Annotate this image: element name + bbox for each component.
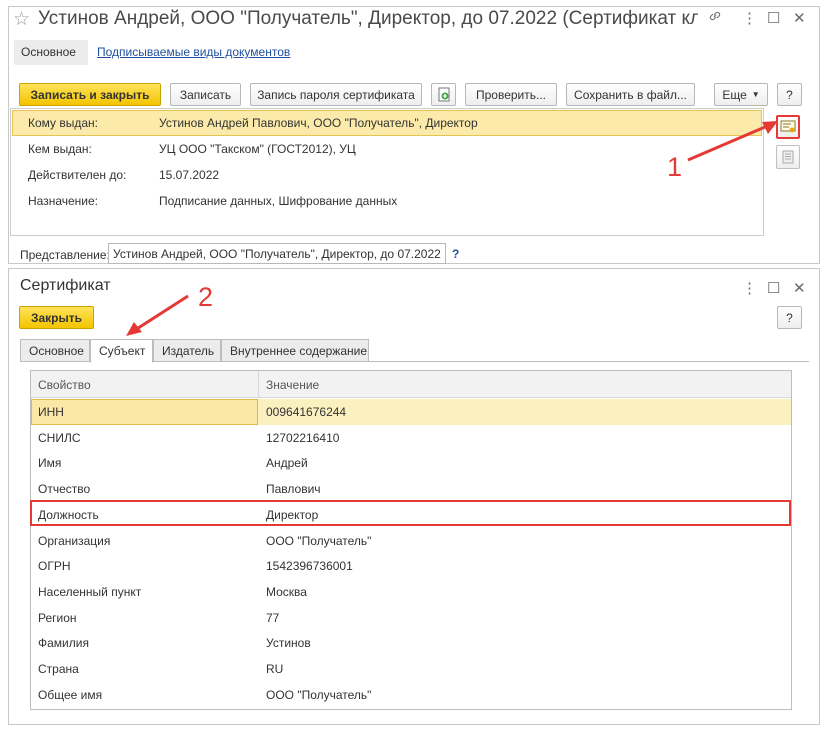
value-cell: 009641676244	[266, 405, 347, 419]
tab-internal-content[interactable]: Внутреннее содержание	[221, 339, 369, 362]
tab-issuer[interactable]: Издатель	[153, 339, 221, 362]
window-title: Устинов Андрей, ООО "Получатель", Директ…	[38, 8, 698, 29]
property-cell: Регион	[38, 610, 77, 625]
valid-until-label: Действителен до:	[28, 168, 127, 182]
purpose-value[interactable]: Подписание данных, Шифрование данных	[159, 194, 397, 208]
property-cell: ОГРН	[38, 559, 71, 574]
value-cell: Москва	[266, 584, 307, 599]
nav-tab-main[interactable]: Основное	[14, 40, 88, 65]
property-cell: ИНН	[38, 405, 64, 419]
representation-help-icon[interactable]: ?	[452, 247, 459, 261]
annotation-arrow-2	[126, 294, 189, 336]
dialog-title: Сертификат	[20, 277, 111, 294]
dialog-help-button[interactable]: ?	[777, 306, 802, 329]
more-menu-icon[interactable]: ⋮	[742, 9, 757, 27]
column-header-property[interactable]: Свойство	[38, 378, 91, 392]
value-cell: ООО "Получатель"	[266, 533, 372, 548]
add-document-icon	[438, 87, 449, 102]
issued-by-label: Кем выдан:	[28, 142, 92, 156]
highlight-box-position-row	[30, 500, 791, 526]
property-cell: Общее имя	[38, 687, 103, 702]
maximize-icon[interactable]: ☐	[767, 9, 780, 27]
table-row[interactable]: Регион 77	[31, 605, 791, 631]
chevron-down-icon: ▼	[751, 90, 760, 99]
nav-link-signed-doc-types[interactable]: Подписываемые виды документов	[97, 45, 290, 59]
tab-main[interactable]: Основное	[20, 339, 90, 362]
issued-to-value[interactable]: Устинов Андрей Павлович, ООО "Получатель…	[159, 116, 478, 130]
table-row[interactable]: Общее имя ООО "Получатель"	[31, 682, 791, 708]
add-to-list-button[interactable]	[431, 83, 456, 106]
close-button[interactable]: Закрыть	[19, 306, 94, 329]
value-cell: 12702216410	[266, 430, 340, 445]
purpose-label: Назначение:	[28, 194, 99, 208]
table-row[interactable]: СНИЛС 12702216410	[31, 425, 791, 451]
value-cell: 77	[266, 610, 280, 625]
column-header-value[interactable]: Значение	[266, 378, 319, 392]
tab-subject[interactable]: Субъект	[90, 339, 153, 363]
annotation-label-1: 1	[667, 152, 683, 182]
table-row[interactable]: Страна RU	[31, 656, 791, 682]
property-cell: Страна	[38, 662, 79, 676]
property-cell: Организация	[38, 533, 111, 548]
link-icon[interactable]	[708, 9, 722, 27]
table-row[interactable]: Населенный пункт Москва	[31, 579, 791, 605]
value-cell: RU	[266, 662, 284, 676]
table-row[interactable]: Фамилия Устинов	[31, 630, 791, 656]
property-cell: Имя	[38, 456, 62, 471]
properties-table: Свойство Значение ИНН 009641676244 СНИЛС 12…	[30, 370, 792, 710]
annotation-label-2: 2	[198, 282, 214, 312]
table-row[interactable]: Организация ООО "Получатель"	[31, 528, 791, 554]
save-password-button[interactable]: Запись пароля сертификата	[250, 83, 422, 106]
dialog-more-menu-icon[interactable]: ⋮	[742, 279, 757, 297]
table-row[interactable]: Отчество Павлович	[31, 476, 791, 502]
save-to-file-button[interactable]: Сохранить в файл...	[566, 83, 695, 106]
value-cell: Устинов	[266, 636, 311, 651]
help-button[interactable]: ?	[777, 83, 802, 106]
table-header: Свойство Значение	[31, 371, 791, 398]
close-icon[interactable]: ✕	[793, 9, 806, 27]
valid-until-value[interactable]: 15.07.2022	[159, 168, 219, 182]
property-cell: Населенный пункт	[38, 584, 142, 599]
issued-to-label: Кому выдан:	[28, 116, 99, 130]
table-row[interactable]: Имя Андрей	[31, 450, 791, 476]
value-cell: ООО "Получатель"	[266, 687, 372, 702]
table-row[interactable]: ОГРН 1542396736001	[31, 553, 791, 579]
property-cell: Фамилия	[38, 636, 89, 651]
more-button-label: Еще	[722, 87, 747, 102]
table-row[interactable]: ИНН 009641676244	[31, 399, 791, 425]
representation-label: Представление:	[20, 248, 110, 262]
save-button[interactable]: Записать	[170, 83, 241, 106]
certificate-fields-panel: Кому выдан: Устинов Андрей Павлович, ООО…	[10, 108, 764, 236]
representation-input[interactable]: Устинов Андрей, ООО "Получатель", Директ…	[108, 243, 446, 264]
value-cell: 1542396736001	[266, 559, 353, 574]
favorite-star-icon[interactable]: ☆	[13, 8, 30, 31]
issued-by-value[interactable]: УЦ ООО "Такском" (ГОСТ2012), УЦ	[159, 142, 356, 156]
value-cell: Андрей	[266, 456, 308, 471]
dialog-maximize-icon[interactable]: ☐	[767, 279, 780, 297]
check-button[interactable]: Проверить...	[465, 83, 557, 106]
column-divider	[258, 371, 259, 398]
save-and-close-button[interactable]: Записать и закрыть	[19, 83, 161, 106]
property-cell: СНИЛС	[38, 430, 81, 445]
dialog-close-icon[interactable]: ✕	[793, 279, 806, 297]
value-cell: Павлович	[266, 482, 321, 497]
property-cell: Отчество	[38, 482, 91, 497]
more-button[interactable]: Еще ▼	[714, 83, 768, 106]
selected-cell	[31, 399, 258, 425]
